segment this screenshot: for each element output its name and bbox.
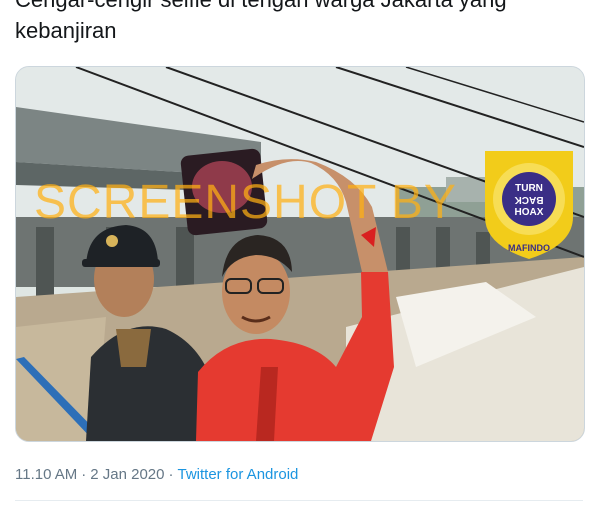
- badge-line2: BACK: [514, 194, 544, 205]
- screenshot-watermark: SCREENSHOT BY: [34, 176, 457, 229]
- meta-separator-2: ·: [168, 466, 174, 483]
- tweet-photo[interactable]: SCREENSHOT BY TURN BACK HOAX MAFINDO: [15, 66, 585, 442]
- tweet-source-link[interactable]: Twitter for Android: [178, 466, 299, 483]
- meta-separator: ·: [81, 466, 87, 483]
- divider: [15, 500, 583, 501]
- mafindo-badge-icon: TURN BACK HOAX MAFINDO: [485, 151, 573, 259]
- tweet-text: Cengar-cengir selfie di tengah warga Jak…: [15, 0, 507, 43]
- tweet-time: 11.10 AM: [15, 466, 78, 483]
- badge-line1: TURN: [515, 183, 543, 194]
- badge-footer: MAFINDO: [508, 243, 550, 253]
- tweet-meta: 11.10 AM · 2 Jan 2020 · Twitter for Android: [15, 466, 298, 483]
- badge-line3: HOAX: [515, 207, 544, 218]
- tweet-date[interactable]: 2 Jan 2020: [90, 466, 164, 483]
